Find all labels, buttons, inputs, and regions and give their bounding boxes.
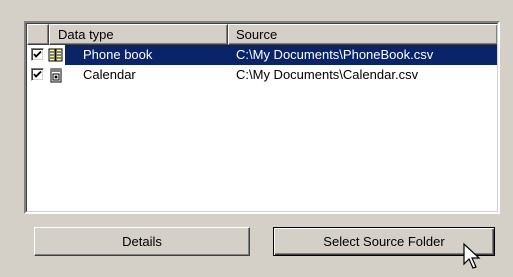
calendar-checkbox[interactable] bbox=[31, 68, 44, 81]
phone-book-icon bbox=[48, 47, 64, 63]
mouse-pointer-icon bbox=[463, 242, 481, 269]
details-button[interactable]: Details bbox=[34, 227, 250, 256]
phone-book-source: C:\My Documents\PhoneBook.csv bbox=[236, 47, 434, 62]
list-row-calendar[interactable]: Calendar C:\My Documents\Calendar.csv bbox=[27, 65, 497, 85]
list-row-phone-book[interactable]: Phone book C:\My Documents\PhoneBook.csv bbox=[27, 45, 497, 65]
column-header-data-type[interactable]: Data type bbox=[49, 24, 228, 45]
column-header-source[interactable]: Source bbox=[228, 24, 497, 45]
phone-book-data-type: Phone book bbox=[83, 47, 153, 62]
calendar-data-type: Calendar bbox=[83, 67, 136, 82]
column-header-check[interactable] bbox=[27, 24, 49, 45]
sync-data-panel: Data type Source Phone book C:\My Docume… bbox=[0, 0, 513, 277]
calendar-source: C:\My Documents\Calendar.csv bbox=[236, 67, 419, 82]
phone-book-checkbox[interactable] bbox=[31, 48, 44, 61]
list-header: Data type Source bbox=[27, 24, 497, 45]
calendar-icon bbox=[48, 67, 64, 83]
data-source-list[interactable]: Data type Source Phone book C:\My Docume… bbox=[24, 21, 500, 214]
